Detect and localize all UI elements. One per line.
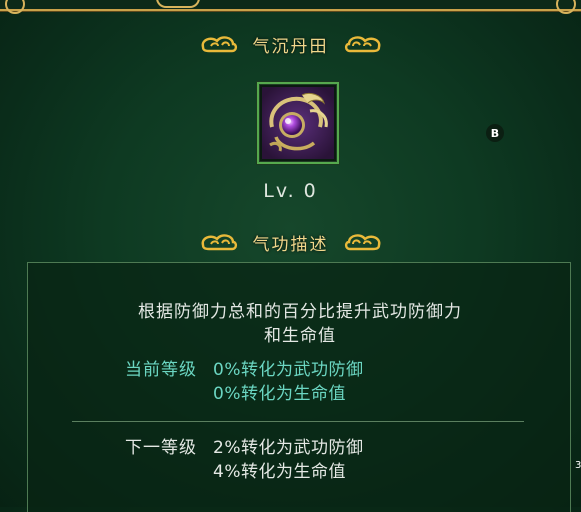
next-level-stat-defense: 2%转化为武功防御 (213, 438, 364, 458)
edge-marker: 3 (575, 460, 581, 471)
frame-center-ornament (156, 0, 200, 8)
skill-level: Lv. 0 (263, 180, 318, 202)
description-line-2: 和生命值 (264, 326, 336, 346)
next-level-label: 下一等级 (125, 438, 197, 458)
skill-name-header: 气沉丹田 (0, 29, 581, 59)
skill-icon-slot[interactable] (257, 82, 339, 164)
cloud-ornament-icon (201, 36, 237, 53)
cloud-ornament-icon (344, 36, 380, 53)
current-level-stat-hp: 0%转化为生命值 (213, 384, 346, 404)
next-level-stat-hp: 4%转化为生命值 (213, 462, 346, 482)
cloud-ornament-icon (344, 234, 380, 251)
description-title: 气功描述 (252, 234, 329, 255)
current-level-label: 当前等级 (125, 360, 197, 380)
current-level-stat-defense: 0%转化为武功防御 (213, 360, 364, 380)
qigong-skill-icon (262, 87, 334, 159)
section-divider (72, 421, 524, 422)
description-panel: 根据防御力总和的百分比提升武功防御力 和生命值 当前等级 0%转化为武功防御 0… (27, 262, 571, 512)
cloud-ornament-icon (201, 234, 237, 251)
description-line-1: 根据防御力总和的百分比提升武功防御力 (138, 302, 462, 322)
badge-marker: B (486, 124, 504, 142)
frame-corner-ornament-right (556, 0, 576, 14)
frame-corner-ornament-left (5, 0, 25, 14)
window-top-frame (0, 0, 581, 14)
skill-name: 气沉丹田 (252, 36, 329, 57)
description-header: 气功描述 (0, 227, 581, 257)
